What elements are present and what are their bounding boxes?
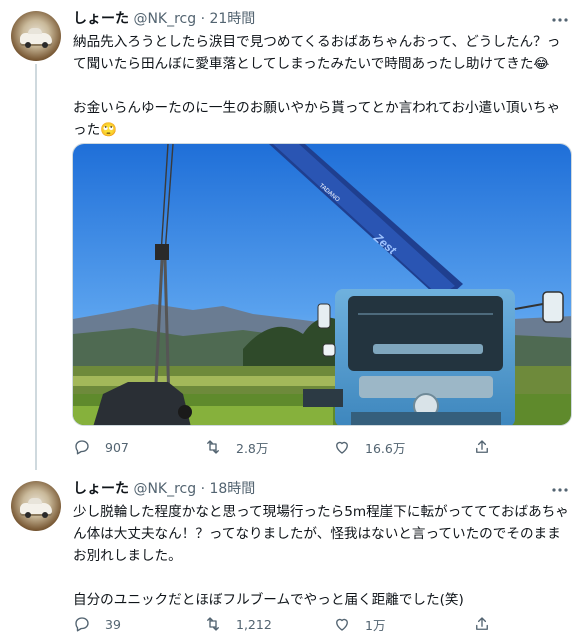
like-count: 16.6万: [365, 440, 406, 456]
share-button[interactable]: [473, 437, 505, 457]
reply-count: 39: [105, 616, 121, 632]
tweet-text: 少し脱輪した程度かなと思って現場行ったら5m程崖下に転がっててておばあちゃん体は…: [73, 501, 573, 611]
retweet-count: 1,212: [236, 616, 272, 632]
display-name[interactable]: しょーた: [73, 11, 129, 27]
handle[interactable]: @NK_rcg: [133, 11, 196, 27]
reply-button[interactable]: 907: [73, 437, 129, 457]
tweet-paragraph: 少し脱輪した程度かなと思って現場行ったら5m程崖下に転がっててておばあちゃん体は…: [73, 504, 569, 564]
avatar[interactable]: [11, 11, 61, 61]
timestamp[interactable]: · 21時間: [201, 11, 256, 27]
tweet[interactable]: しょーた @NK_rcg · 18時間 少し脱輪した程度かなと思って現場行ったら…: [0, 470, 584, 640]
tweet-paragraph: 自分のユニックだとほぼフルブームでやっと届く距離でした(笑): [73, 592, 464, 608]
retweet-icon: [207, 617, 219, 631]
timestamp[interactable]: · 18時間: [201, 481, 256, 497]
like-button[interactable]: 1万: [333, 614, 385, 634]
tweet-paragraph: 納品先入ろうとしたら涙目で見つめてくるおばあちゃんおって、どうしたん？って聞いた…: [73, 34, 561, 72]
avatar[interactable]: [11, 481, 61, 531]
like-icon: [336, 618, 348, 631]
reply-icon: [75, 440, 89, 455]
retweet-button[interactable]: 1,212: [204, 614, 272, 634]
tweet-header: しょーた @NK_rcg · 21時間: [73, 10, 255, 28]
like-icon: [336, 441, 348, 454]
action-bar: 907 2.8万 16.6万: [73, 437, 573, 457]
thread-line: [35, 64, 37, 470]
action-bar: 39 1,212 1万: [73, 614, 573, 634]
wheel: [25, 42, 31, 48]
more-icon[interactable]: [548, 482, 572, 500]
share-icon: [476, 617, 488, 630]
crane-truck-photo: Zest TADANO: [73, 144, 571, 425]
reply-icon: [75, 617, 89, 632]
tweet[interactable]: しょーた @NK_rcg · 21時間 納品先入ろうとしたら涙目で見つめてくるお…: [0, 0, 584, 470]
wheel: [42, 42, 48, 48]
like-button[interactable]: 16.6万: [333, 437, 405, 457]
wheel: [42, 512, 48, 518]
display-name[interactable]: しょーた: [73, 481, 129, 497]
reply-count: 907: [105, 439, 129, 455]
handle[interactable]: @NK_rcg: [133, 481, 196, 497]
reply-button[interactable]: 39: [73, 614, 121, 634]
like-count: 1万: [365, 617, 386, 633]
tweet-paragraph: お金いらんゆーたのに一生のお願いやから貰ってとか言われてお小遣い頂いちゃった🙄: [73, 100, 561, 138]
retweet-icon: [207, 440, 219, 454]
tweet-text: 納品先入ろうとしたら涙目で見つめてくるおばあちゃんおって、どうしたん？って聞いた…: [73, 31, 573, 141]
share-button[interactable]: [473, 614, 505, 634]
more-icon[interactable]: [548, 12, 572, 30]
retweet-count: 2.8万: [236, 440, 269, 456]
wheel: [25, 512, 31, 518]
share-icon: [476, 440, 488, 453]
tweet-header: しょーた @NK_rcg · 18時間: [73, 480, 255, 498]
retweet-button[interactable]: 2.8万: [204, 437, 268, 457]
tweet-photo[interactable]: Zest TADANO: [72, 143, 572, 426]
